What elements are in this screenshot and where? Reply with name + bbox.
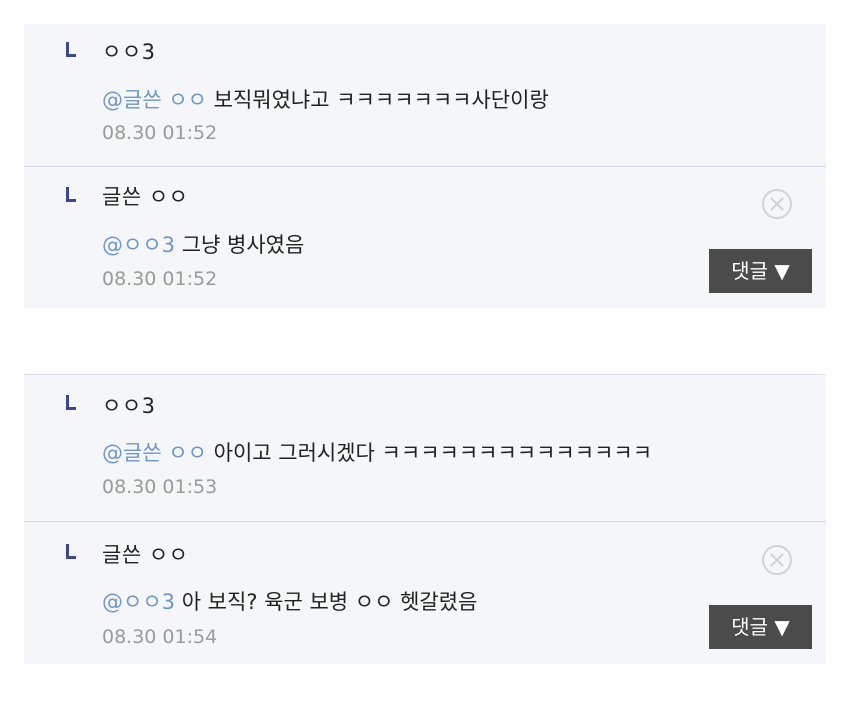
comment-body: 아 보직? 육군 보병 ㅇㅇ 헷갈렸음: [175, 590, 478, 614]
mention-link[interactable]: @ㅇㅇ3: [102, 590, 175, 614]
comment-body: 아이고 그러시겠다 ㅋㅋㅋㅋㅋㅋㅋㅋㅋㅋㅋㅋㅋㅋ: [206, 441, 653, 465]
reply-button[interactable]: 댓글 ▼: [709, 249, 812, 293]
reply-arrow-icon: [66, 544, 76, 559]
close-circle-icon[interactable]: [761, 188, 793, 220]
comment-author: 글쓴 ㅇㅇ: [102, 543, 189, 567]
comment-author: 글쓴 ㅇㅇ: [102, 185, 189, 209]
reply-comment: 글쓴 ㅇㅇ @ㅇㅇ3 그냥 병사였음 08.30 01:52 댓글 ▼: [24, 167, 826, 308]
comment-timestamp: 08.30 01:54: [102, 626, 218, 648]
comment-author: ㅇㅇ3: [102, 40, 156, 64]
reply-comment: ㅇㅇ3 @글쓴 ㅇㅇ 아이고 그러시겠다 ㅋㅋㅋㅋㅋㅋㅋㅋㅋㅋㅋㅋㅋㅋ 08.3…: [24, 375, 826, 521]
comment-timestamp: 08.30 01:52: [102, 122, 218, 144]
comment-text: @ㅇㅇ3 그냥 병사였음: [102, 229, 304, 259]
comment-timestamp: 08.30 01:52: [102, 268, 218, 290]
comment-text: @ㅇㅇ3 아 보직? 육군 보병 ㅇㅇ 헷갈렸음: [102, 586, 477, 616]
reply-comment: 글쓴 ㅇㅇ @ㅇㅇ3 아 보직? 육군 보병 ㅇㅇ 헷갈렸음 08.30 01:…: [24, 522, 826, 664]
reply-arrow-icon: [66, 42, 76, 57]
comment-body: 그냥 병사였음: [175, 233, 305, 257]
reply-button[interactable]: 댓글 ▼: [709, 605, 812, 649]
mention-link[interactable]: @글쓴 ㅇㅇ: [102, 88, 207, 112]
comment-text: @글쓴 ㅇㅇ 아이고 그러시겠다 ㅋㅋㅋㅋㅋㅋㅋㅋㅋㅋㅋㅋㅋㅋ: [102, 437, 652, 467]
comment-thread: ㅇㅇ3 @글쓴 ㅇㅇ 보직뭐였냐고 ㅋㅋㅋㅋㅋㅋㅋ사단이랑 08.30 01:5…: [24, 24, 826, 308]
reply-arrow-icon: [66, 395, 76, 410]
mention-link[interactable]: @글쓴 ㅇㅇ: [102, 441, 207, 465]
comment-timestamp: 08.30 01:53: [102, 476, 218, 498]
comment-text: @글쓴 ㅇㅇ 보직뭐였냐고 ㅋㅋㅋㅋㅋㅋㅋ사단이랑: [102, 84, 549, 114]
close-circle-icon[interactable]: [761, 544, 793, 576]
comment-thread: ㅇㅇ3 @글쓴 ㅇㅇ 아이고 그러시겠다 ㅋㅋㅋㅋㅋㅋㅋㅋㅋㅋㅋㅋㅋㅋ 08.3…: [24, 374, 826, 664]
reply-arrow-icon: [66, 187, 76, 202]
comment-author: ㅇㅇ3: [102, 394, 156, 418]
reply-comment: ㅇㅇ3 @글쓴 ㅇㅇ 보직뭐였냐고 ㅋㅋㅋㅋㅋㅋㅋ사단이랑 08.30 01:5…: [24, 24, 826, 166]
comment-body: 보직뭐였냐고 ㅋㅋㅋㅋㅋㅋㅋ사단이랑: [206, 88, 549, 112]
mention-link[interactable]: @ㅇㅇ3: [102, 233, 175, 257]
